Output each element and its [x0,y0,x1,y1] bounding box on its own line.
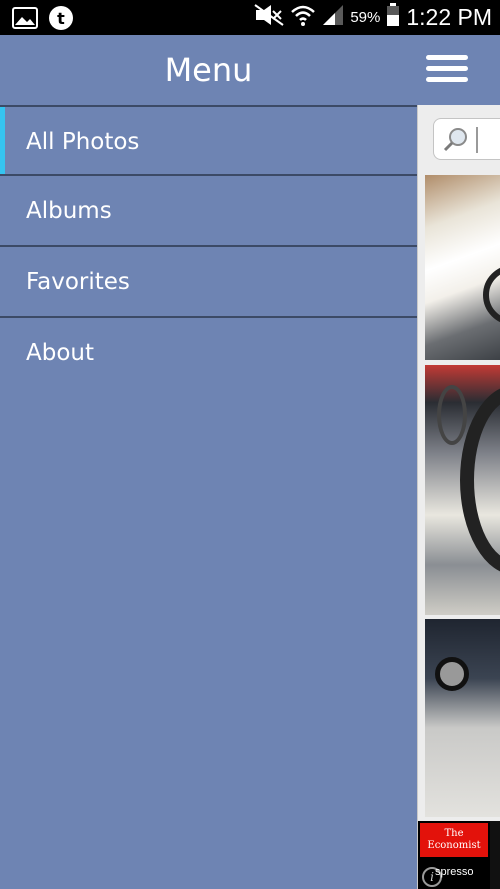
image-icon [12,6,38,34]
menu-item-favorites[interactable]: Favorites [0,247,417,318]
signal-icon [322,4,344,30]
photo-thumbnail[interactable] [425,619,500,817]
search-icon [443,127,469,157]
menu-item-about[interactable]: About [0,318,417,389]
notification-icons: t [12,5,74,35]
drawer-header: Menu [0,35,500,105]
navigation-drawer: Menu All Photos Albums Favorites About [0,35,500,889]
photo-thumbnail[interactable] [425,365,500,615]
search-input[interactable] [433,118,500,160]
tumblr-icon: t [48,5,74,35]
economist-logo: The Economist [420,823,488,857]
battery-icon [386,3,400,31]
ad-brand-line1: The [444,828,464,839]
svg-text:t: t [57,9,65,28]
battery-percent: 59% [350,8,381,26]
photo-content: The Economist i spresso [417,105,500,889]
wifi-icon [290,3,316,31]
menu-item-all-photos[interactable]: All Photos [0,105,417,176]
system-status: 59% 1:22 PM [254,3,492,31]
clock: 1:22 PM [406,3,492,30]
mute-icon [254,4,284,30]
menu-item-albums[interactable]: Albums [0,176,417,247]
hamburger-menu-icon[interactable] [426,55,470,85]
ad-edge [490,821,500,889]
drawer-title: Menu [164,51,253,89]
ad-banner[interactable]: The Economist i spresso [418,821,500,889]
drawer-menu: All Photos Albums Favorites About [0,105,417,389]
search-divider [476,127,478,153]
ad-brand-line2: Economist [427,840,481,851]
ad-subtitle: spresso [435,866,474,878]
status-bar: t 59% 1:22 PM [0,0,500,35]
photo-thumbnail[interactable] [425,175,500,360]
